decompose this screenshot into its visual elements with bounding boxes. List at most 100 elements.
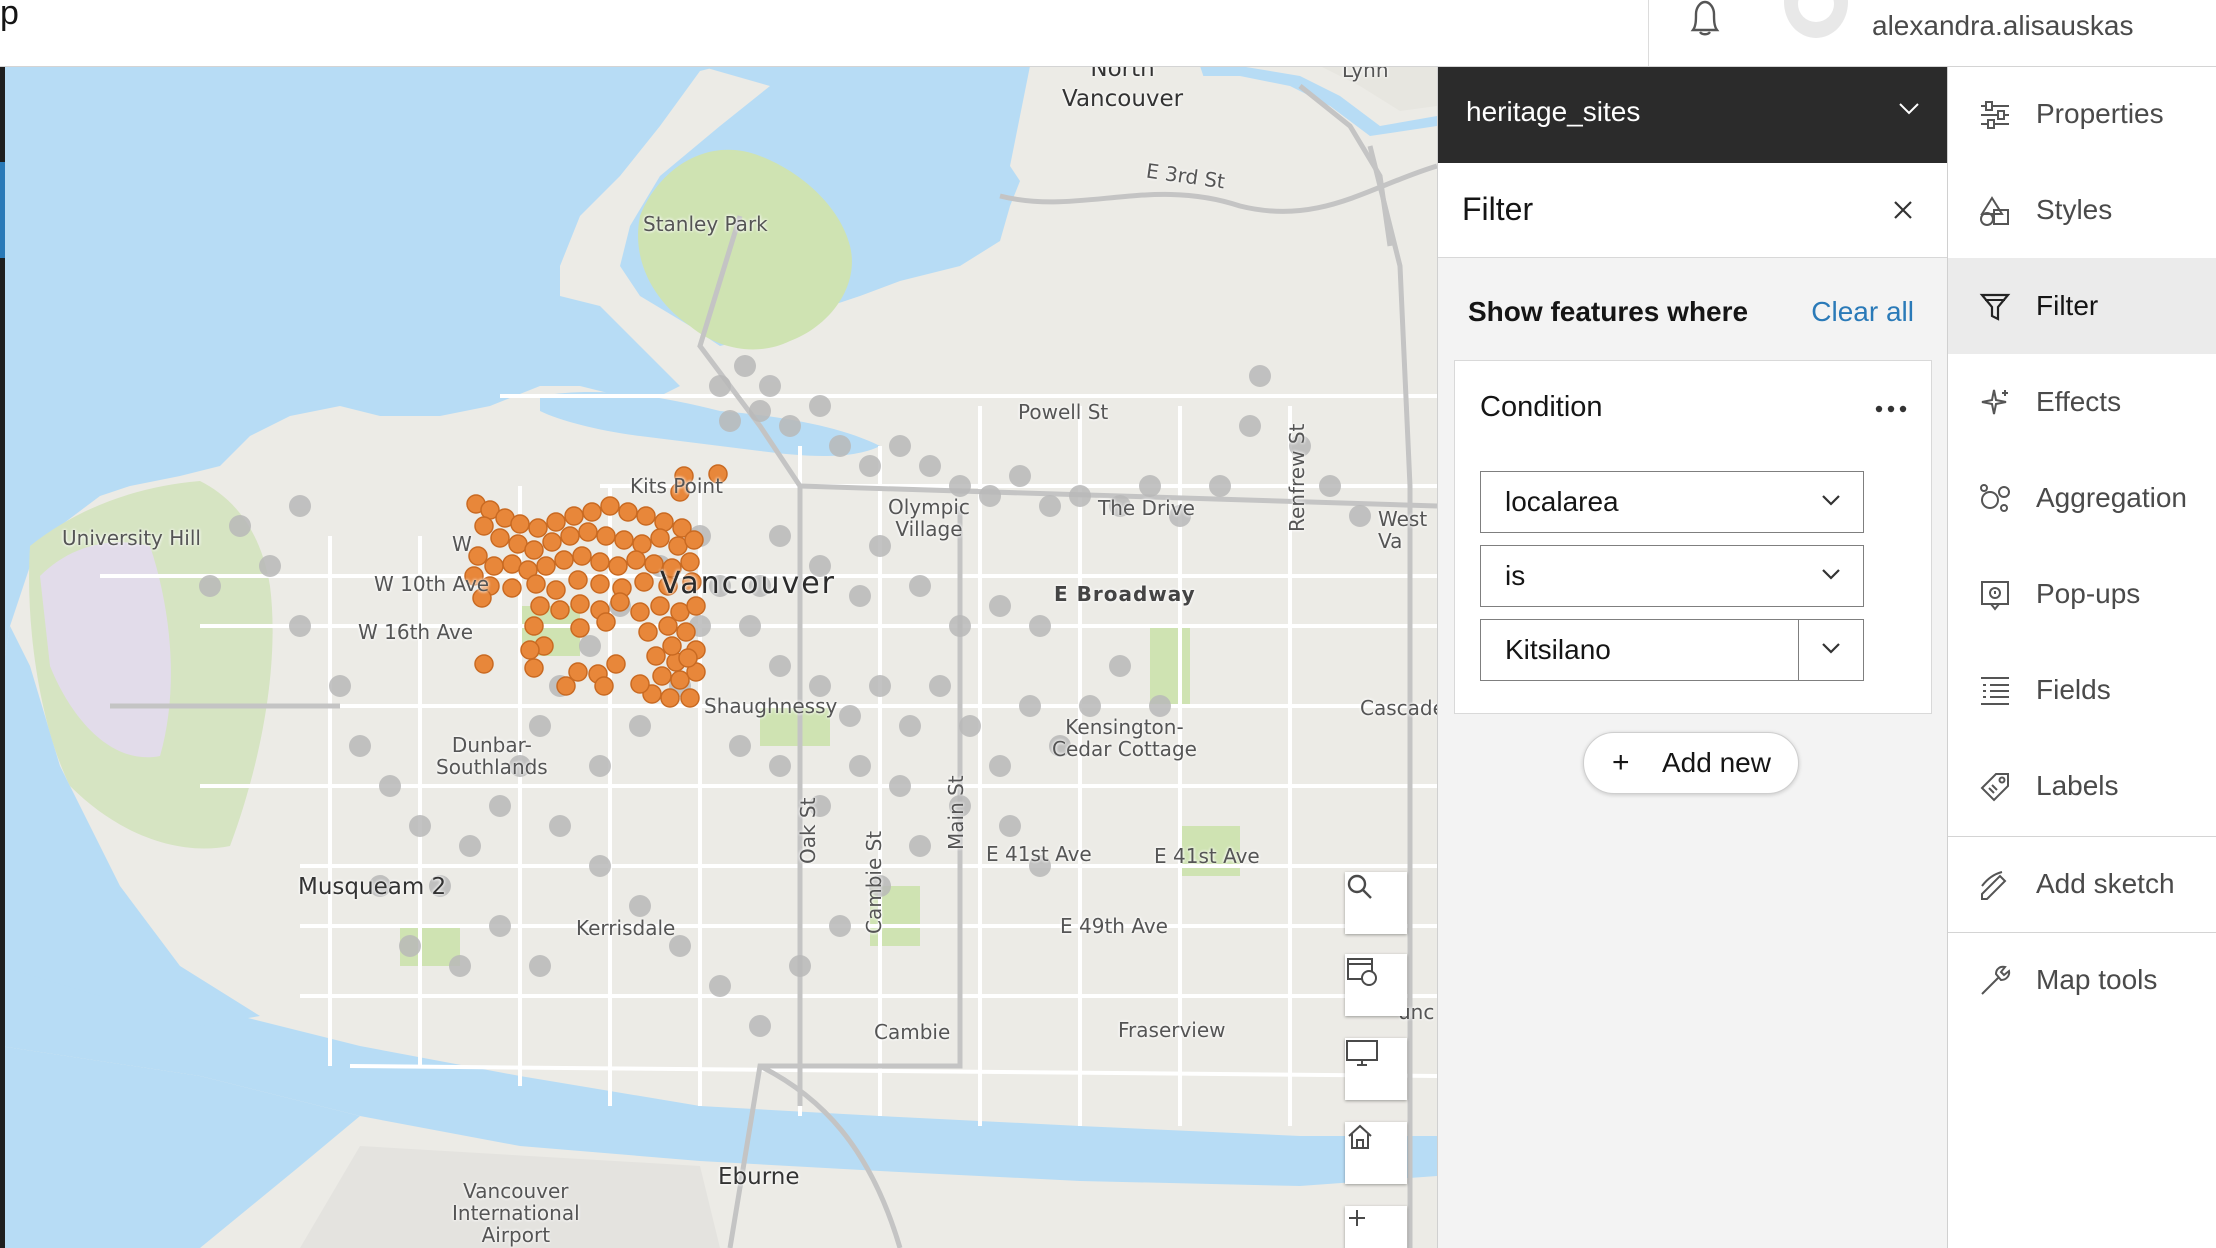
nav-item-aggregation[interactable]: Aggregation <box>1948 450 2216 546</box>
layer-selector[interactable]: heritage_sites <box>1438 66 1948 163</box>
nav-label: Map tools <box>2036 964 2158 995</box>
labels-icon <box>1980 773 2009 802</box>
map-label-shaughnessy: Shaughnessy <box>704 694 838 718</box>
map-view[interactable]: North Vancouver E 3rd St Stanley Park Po… <box>0 66 1437 1248</box>
nav-item-styles[interactable]: Styles <box>1948 162 2216 258</box>
search-icon <box>1347 874 1372 899</box>
screen-button[interactable] <box>1345 1038 1407 1100</box>
map-label-dunbar-southlands: Dunbar- Southlands <box>436 733 548 779</box>
bell-icon[interactable] <box>1684 0 1726 36</box>
username[interactable]: alexandra.alisauskas <box>1872 10 2134 42</box>
chevron-down-icon <box>1822 495 1840 506</box>
basemap-button[interactable] <box>1345 954 1407 1016</box>
nav-label: Add sketch <box>2036 868 2175 899</box>
map-label-vancouver: Vancouver <box>660 566 836 601</box>
map-label-kensington: Kensington- Cedar Cottage <box>1052 715 1197 761</box>
nav-label: Properties <box>2036 98 2164 129</box>
aggregation-icon <box>1980 484 2010 512</box>
show-features-where-label: Show features where <box>1468 296 1749 327</box>
left-toolbar-accent <box>0 162 5 258</box>
clear-all-link[interactable]: Clear all <box>1811 296 1914 328</box>
condition-card: Condition localarea is Kitsilano <box>1454 360 1932 714</box>
home-button[interactable] <box>1345 1122 1407 1184</box>
chevron-down-icon <box>1899 103 1919 115</box>
map-label-university-hill: University Hill <box>62 526 201 550</box>
basemap-icon <box>1347 958 1377 986</box>
effects-icon <box>1981 389 2008 415</box>
field-select-value: localarea <box>1505 486 1619 517</box>
nav-label: Styles <box>2036 194 2113 225</box>
map-search-button[interactable] <box>1345 872 1407 934</box>
map-tools-icon <box>1981 965 2011 995</box>
map-label-the-drive: The Drive <box>1098 496 1195 520</box>
styles-icon <box>1980 196 2009 226</box>
map-label-w10th: W 10th Ave <box>374 572 490 596</box>
map-label-powell-st: Powell St <box>1018 400 1109 424</box>
map-label-cambie: Cambie <box>874 1020 951 1044</box>
map-label-e-broadway: E Broadway <box>1054 582 1196 606</box>
add-new-button[interactable]: + Add new <box>1583 732 1799 794</box>
chevron-down-icon <box>1822 569 1840 580</box>
combobox-separator <box>1798 620 1799 680</box>
popups-icon <box>1981 581 2009 611</box>
nav-item-add-sketch[interactable]: Add sketch <box>1948 836 2216 932</box>
filter-title: Filter <box>1462 191 1534 227</box>
nav-item-filter[interactable]: Filter <box>1948 258 2216 354</box>
map-label-eburne: Eburne <box>718 1164 800 1190</box>
add-new-label: Add new <box>1662 747 1771 778</box>
nav-label: Labels <box>2036 770 2119 801</box>
map-label-lynn: Lynn <box>1342 66 1389 82</box>
nav-label: Filter <box>2036 290 2099 321</box>
basemap <box>0 66 1437 1248</box>
map-label-main-st: Main St <box>944 775 968 850</box>
map-label-west-va: West Va <box>1378 507 1428 553</box>
app-title: p <box>0 0 19 32</box>
map-label-e41st-a: E 41st Ave <box>986 842 1092 866</box>
nav-item-map-tools[interactable]: Map tools <box>1948 932 2216 1028</box>
map-label-yvr: Vancouver International Airport <box>452 1179 580 1247</box>
nav-label: Effects <box>2036 386 2122 417</box>
map-label-olympic-village: Olympic Village <box>888 495 970 541</box>
filter-panel: heritage_sites Filter Show features wher… <box>1437 66 1948 1248</box>
nav-label: Pop-ups <box>2036 578 2141 609</box>
nav-item-fields[interactable]: Fields <box>1948 642 2216 738</box>
map-label-renfrew-st: Renfrew St <box>1285 423 1309 532</box>
field-select[interactable]: localarea <box>1480 471 1864 533</box>
screen-icon <box>1346 1040 1378 1066</box>
map-label-oak-st: Oak St <box>796 797 820 864</box>
nav-label: Fields <box>2036 674 2111 705</box>
layer-name: heritage_sites <box>1466 96 1641 127</box>
fields-icon <box>1981 677 2009 705</box>
header-divider <box>1648 0 1649 66</box>
map-label-kits-point: Kits Point <box>630 474 723 498</box>
operator-select-value: is <box>1505 560 1526 591</box>
nav-item-effects[interactable]: Effects <box>1948 354 2216 450</box>
map-label-w16th: W 16th Ave <box>358 620 474 644</box>
value-combobox[interactable]: Kitsilano <box>1480 619 1864 681</box>
map-label-north-vancouver: North Vancouver <box>1062 66 1184 112</box>
more-options-icon[interactable] <box>1875 405 1907 413</box>
map-label-cambie-st: Cambie St <box>862 830 886 934</box>
avatar[interactable] <box>1784 0 1848 38</box>
sketch-icon <box>1981 871 2007 900</box>
condition-title: Condition <box>1480 391 1603 423</box>
nav-item-properties[interactable]: Properties <box>1948 66 2216 162</box>
app-header: p alexandra.alisauskas <box>0 0 2216 67</box>
nav-item-popups[interactable]: Pop-ups <box>1948 546 2216 642</box>
left-toolbar-edge <box>0 66 5 1248</box>
map-label-w: W <box>452 532 472 556</box>
right-nav: Properties Styles Filter Effects Aggrega… <box>1947 66 2216 1248</box>
map-label-musqueam: Musqueam 2 <box>298 874 447 900</box>
chevron-down-icon[interactable] <box>1821 642 1841 656</box>
map-label-fraserview: Fraserview <box>1118 1018 1226 1042</box>
zoom-in-button[interactable] <box>1345 1206 1407 1248</box>
value-select-value: Kitsilano <box>1505 634 1611 665</box>
nav-item-labels[interactable]: Labels <box>1948 738 2216 834</box>
map-label-cascade: Cascade <box>1360 696 1437 720</box>
map-label-stanley-park: Stanley Park <box>643 212 768 236</box>
map-label-e41st-b: E 41st Ave <box>1154 844 1260 868</box>
map-label-e49th: E 49th Ave <box>1060 914 1168 938</box>
operator-select[interactable]: is <box>1480 545 1864 607</box>
filter-icon <box>1979 293 2011 321</box>
close-icon[interactable] <box>1888 195 1918 225</box>
